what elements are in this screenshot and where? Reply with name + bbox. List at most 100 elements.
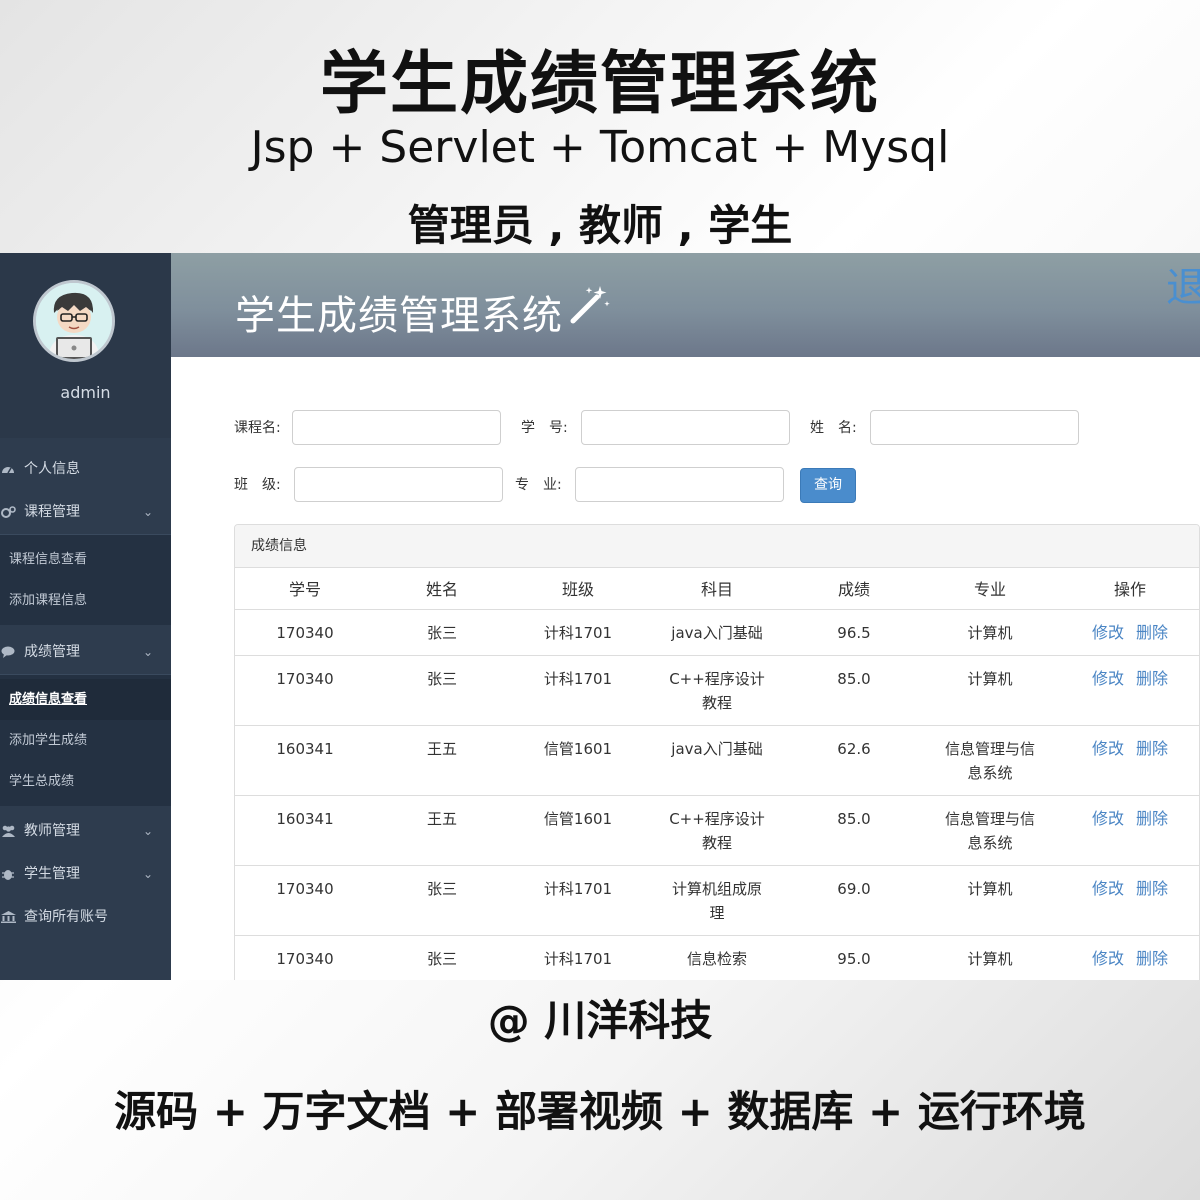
cell-name: 王五 [375,795,509,866]
cell-id: 170340 [235,865,375,936]
sidebar-item-accounts[interactable]: 查询所有账号 [0,896,171,939]
student-id-input[interactable] [581,410,790,445]
col-header-name: 姓名 [375,568,509,610]
promo-tech-stack: Jsp + Servlet + Tomcat + Mysql [250,122,950,173]
sidebar-item-teacher-mgmt[interactable]: 教师管理 ⌄ [0,810,171,853]
delete-link[interactable]: 删除 [1136,739,1168,758]
course-name-input[interactable] [292,410,501,445]
table-body: 170340 张三 计科1701 java入门基础 96.5 计算机 修改 删除 170340 张… [235,609,1199,980]
sidebar-item-label: 成绩管理 [24,644,80,660]
cell-score: 85.0 [787,655,921,726]
magic-wand-icon [570,286,610,324]
chevron-down-icon: ⌄ [142,867,153,881]
sidebar-item-grade-total[interactable]: 学生总成绩 [0,761,171,802]
cell-actions: 修改 删除 [1059,609,1199,656]
sidebar-item-course-view[interactable]: 课程信息查看 [0,539,171,580]
edit-link[interactable]: 修改 [1092,809,1124,828]
logout-link[interactable]: 退 [1166,255,1200,313]
cell-subject: java入门基础 [647,609,787,656]
cell-actions: 修改 删除 [1059,655,1199,726]
cell-score: 62.6 [787,725,921,796]
cell-score: 96.5 [787,609,921,656]
chevron-down-icon: ⌄ [142,645,153,659]
class-input[interactable] [294,467,503,502]
table-row: 160341 王五 信管1601 java入门基础 62.6 信息管理与信息系统 修改 删除 [235,725,1199,796]
dashboard-icon [0,448,16,493]
chevron-down-icon: ⌄ [142,824,153,838]
sidebar-item-grade-mgmt[interactable]: 成绩管理 ⌄ [0,631,171,674]
edit-link[interactable]: 修改 [1092,879,1124,898]
delete-link[interactable]: 删除 [1136,879,1168,898]
sidebar-item-course-add[interactable]: 添加课程信息 [0,580,171,621]
sidebar-item-label: 课程管理 [24,504,80,520]
sidebar-item-profile[interactable]: 个人信息 [0,448,171,491]
col-header-major: 专业 [921,568,1059,610]
cell-major: 计算机 [921,655,1059,726]
cell-id: 160341 [235,795,375,866]
user-name: admin [60,383,111,402]
col-header-class: 班级 [509,568,647,610]
class-label: 班 级: [234,477,281,493]
cell-class: 计科1701 [509,865,647,936]
delete-link[interactable]: 删除 [1136,623,1168,642]
student-id-label: 学 号: [521,420,568,436]
cell-subject: 计算机组成原理 [647,865,787,936]
gears-icon [0,491,16,536]
sidebar-item-label: 个人信息 [24,461,80,477]
comment-icon [0,631,16,676]
users-icon [0,810,16,855]
cell-major: 计算机 [921,935,1059,980]
delete-link[interactable]: 删除 [1136,669,1168,688]
major-input[interactable] [575,467,784,502]
bug-icon [0,853,16,898]
sidebar-item-student-mgmt[interactable]: 学生管理 ⌄ [0,853,171,896]
submenu-course: 课程信息查看 添加课程信息 [0,534,171,625]
cell-score: 95.0 [787,935,921,980]
promo-credit: @ 川洋科技 [487,996,713,1045]
promo-deliverables: 源码 + 万字文档 + 部署视频 + 数据库 + 运行环境 [114,1087,1086,1136]
cell-score: 85.0 [787,795,921,866]
col-header-subject: 科目 [647,568,787,610]
delete-link[interactable]: 删除 [1136,809,1168,828]
cell-score: 69.0 [787,865,921,936]
sidebar-item-label: 成绩信息查看 [9,692,88,707]
avatar-illustration-icon [36,283,112,359]
query-button[interactable]: 查询 [800,468,856,503]
cell-name: 王五 [375,725,509,796]
table-row: 170340 张三 计科1701 java入门基础 96.5 计算机 修改 删除 [235,609,1199,656]
cell-name: 张三 [375,865,509,936]
edit-link[interactable]: 修改 [1092,949,1124,968]
submenu-grade: 成绩信息查看 添加学生成绩 学生总成绩 [0,674,171,806]
cell-name: 张三 [375,655,509,726]
sidebar-item-course-mgmt[interactable]: 课程管理 ⌄ [0,491,171,534]
promo-banner: 学生成绩管理系统 Jsp + Servlet + Tomcat + Mysql … [0,0,1200,253]
edit-link[interactable]: 修改 [1092,669,1124,688]
table-row: 160341 王五 信管1601 C++程序设计教程 85.0 信息管理与信息系统 修改 删除 [235,795,1199,866]
col-header-actions: 操作 [1059,568,1199,610]
cell-id: 160341 [235,725,375,796]
cell-subject: 信息检索 [647,935,787,980]
table-row: 170340 张三 计科1701 计算机组成原理 69.0 计算机 修改 删除 [235,865,1199,936]
sidebar-item-grade-add[interactable]: 添加学生成绩 [0,720,171,761]
sidebar-item-grade-view[interactable]: 成绩信息查看 [0,679,171,720]
edit-link[interactable]: 修改 [1092,623,1124,642]
course-name-label: 课程名: [234,420,281,436]
student-name-label: 姓 名: [810,420,857,436]
cell-subject: C++程序设计教程 [647,795,787,866]
main-content: 课程名: 学 号: 姓 名: 班 级: 专 业: 查询 成绩信息 学号 姓名 班… [171,357,1200,980]
cell-actions: 修改 删除 [1059,795,1199,866]
sidebar: admin 个人信息 课程管理 ⌄ 课程信息查看 添加课程信息 成绩管理 ⌄ 成… [0,253,171,980]
cell-major: 信息管理与信息系统 [921,795,1059,866]
grade-panel: 成绩信息 学号 姓名 班级 科目 成绩 专业 操作 170340 张三 计科17… [234,524,1200,980]
chevron-down-icon: ⌄ [142,505,153,519]
app-window: admin 个人信息 课程管理 ⌄ 课程信息查看 添加课程信息 成绩管理 ⌄ 成… [0,253,1200,980]
cell-subject: java入门基础 [647,725,787,796]
cell-major: 计算机 [921,865,1059,936]
major-label: 专 业: [515,477,562,493]
cell-major: 信息管理与信息系统 [921,725,1059,796]
cell-id: 170340 [235,655,375,726]
grade-table: 学号 姓名 班级 科目 成绩 专业 操作 170340 张三 计科1701 java入… [235,568,1199,980]
edit-link[interactable]: 修改 [1092,739,1124,758]
delete-link[interactable]: 删除 [1136,949,1168,968]
student-name-input[interactable] [870,410,1079,445]
